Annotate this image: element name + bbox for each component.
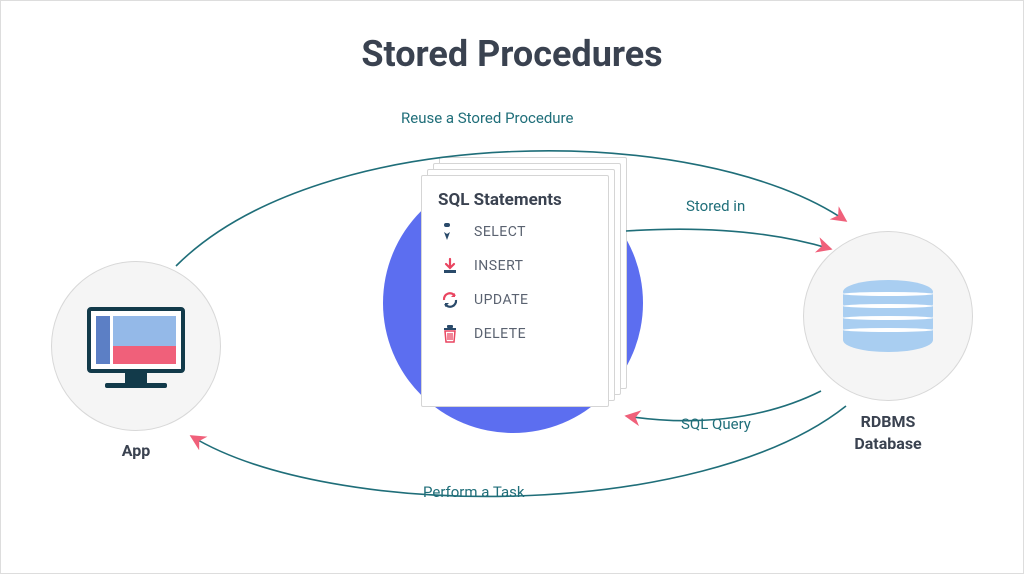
stmt-label: SELECT — [474, 224, 526, 240]
label-perform-task: Perform a Task — [423, 483, 524, 501]
arrow-stored-in — [626, 229, 831, 249]
db-label: RDBMS Database — [803, 411, 973, 454]
stmt-label: DELETE — [474, 326, 526, 342]
page-title: Stored Procedures — [1, 33, 1023, 75]
app-node — [51, 261, 221, 431]
db-label-line2: Database — [854, 434, 921, 453]
stmt-delete: DELETE — [440, 324, 592, 344]
monitor-icon — [87, 307, 185, 385]
db-node — [803, 231, 973, 401]
stmt-label: UPDATE — [474, 292, 529, 308]
app-label: App — [51, 441, 221, 460]
stmt-select: SELECT — [440, 222, 592, 242]
pointer-icon — [440, 222, 460, 242]
db-label-line1: RDBMS — [861, 412, 916, 431]
sql-card: SQL Statements SELECT INSERT UPDATE DELE… — [421, 175, 609, 407]
stmt-label: INSERT — [474, 258, 524, 274]
database-icon — [843, 280, 933, 352]
label-reuse: Reuse a Stored Procedure — [401, 109, 573, 127]
stmt-update: UPDATE — [440, 290, 592, 310]
card-title: SQL Statements — [438, 190, 592, 210]
stmt-insert: INSERT — [440, 256, 592, 276]
sql-card-stack: SQL Statements SELECT INSERT UPDATE DELE… — [421, 157, 621, 395]
label-sql-query: SQL Query — [681, 415, 751, 433]
trash-icon — [440, 324, 460, 344]
download-icon — [440, 256, 460, 276]
cycle-icon — [440, 290, 460, 310]
label-stored-in: Stored in — [686, 197, 745, 215]
